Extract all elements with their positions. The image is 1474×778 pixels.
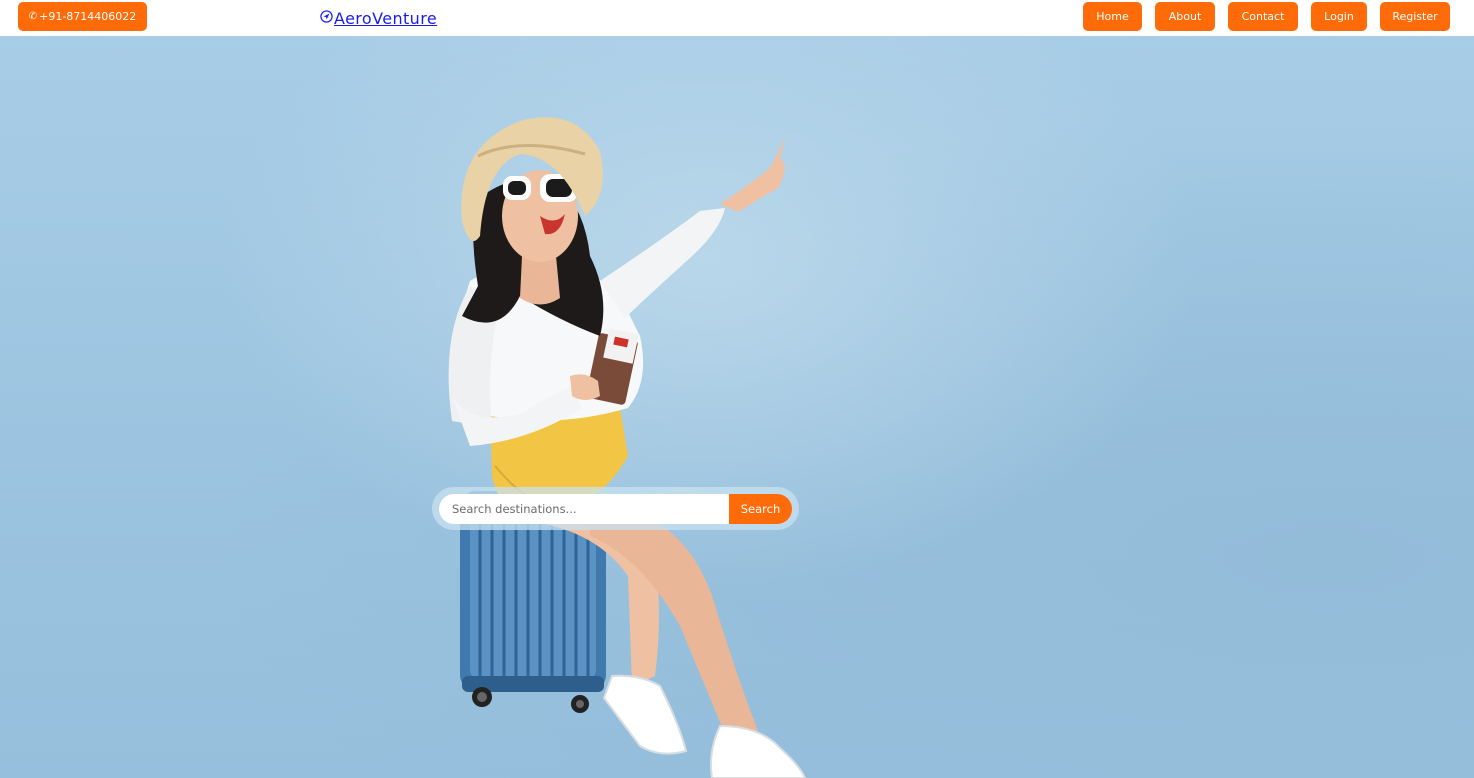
phone-icon: ✆ [28,11,38,22]
search-button[interactable]: Search [729,493,792,524]
hero-traveler-image [448,117,807,778]
nav-home-button[interactable]: Home [1083,2,1142,31]
search-input[interactable] [439,493,729,524]
nav-register-button[interactable]: Register [1380,2,1450,31]
nav-login-button[interactable]: Login [1311,2,1367,31]
nav-contact-button[interactable]: Contact [1228,2,1298,31]
hero-section: Search [0,36,1474,778]
phone-number: +91-8714406022 [39,10,137,23]
paper-plane-icon [320,9,333,23]
phone-button[interactable]: ✆ +91-8714406022 [18,2,147,31]
nav-about-button[interactable]: About [1155,2,1215,31]
brand-logo[interactable]: AeroVenture [320,7,437,29]
top-navbar: ✆ +91-8714406022 AeroVenture Home About … [0,0,1474,36]
search-bar: Search [432,487,799,530]
brand-link[interactable]: AeroVenture [334,9,437,28]
